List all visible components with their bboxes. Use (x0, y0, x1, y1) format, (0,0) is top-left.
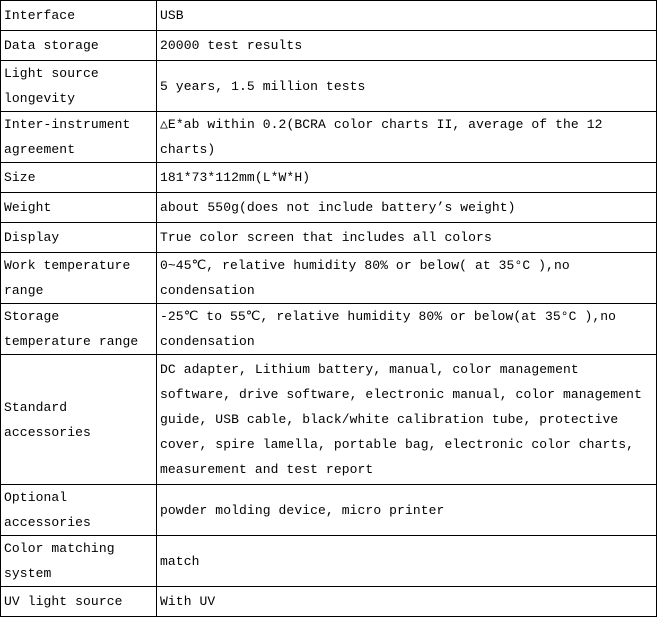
parameter-value-cell: about 550g(does not include battery’s we… (156, 192, 657, 223)
parameter-label-cell: Storage temperature range (0, 303, 157, 355)
parameter-value-cell: USB (156, 0, 657, 31)
parameter-label-cell: Inter-instrument agreement (0, 111, 157, 163)
table-row: Inter-instrument agreement △E*ab within 0… (0, 111, 657, 163)
table-row: Light source longevity 5 years, 1.5 milli… (0, 60, 657, 112)
table-row: Size 181*73*112mm(L*W*H) (0, 162, 657, 193)
parameter-label-cell: Light source longevity (0, 60, 157, 112)
table-row: Data storage 20000 test results (0, 30, 657, 61)
table-row: Optional accessories powder molding devic… (0, 484, 657, 536)
table-row: UV light source With UV (0, 586, 657, 617)
parameter-value-cell: match (156, 535, 657, 587)
parameter-label-cell: Data storage (0, 30, 157, 61)
parameter-label-cell: Standard accessories (0, 354, 157, 485)
parameter-label-cell: UV light source (0, 586, 157, 617)
parameter-value-cell: 5 years, 1.5 million tests (156, 60, 657, 112)
parameter-label-cell: Color matching system (0, 535, 157, 587)
parameter-value-cell: 20000 test results (156, 30, 657, 61)
table-row: Standard accessories DC adapter, Lithium … (0, 354, 657, 485)
parameter-value-cell: True color screen that includes all colo… (156, 222, 657, 253)
parameter-label-cell: Interface (0, 0, 157, 31)
parameter-label-cell: Optional accessories (0, 484, 157, 536)
parameter-value-cell: powder molding device, micro printer (156, 484, 657, 536)
specification-table-container: Interface USB Data storage 20000 test resul… (0, 0, 667, 617)
table-row: Color matching system match (0, 535, 657, 587)
parameter-value-cell: With UV (156, 586, 657, 617)
parameter-value-cell: DC adapter, Lithium battery, manual, col… (156, 354, 657, 485)
parameter-value-cell: 0~45℃, relative humidity 80% or below( a… (156, 252, 657, 304)
table-row: Interface USB (0, 0, 657, 31)
table-row: Work temperature range 0~45℃, relative hu… (0, 252, 657, 304)
parameter-value-cell: △E*ab within 0.2(BCRA color charts II, a… (156, 111, 657, 163)
parameter-label-cell: Size (0, 162, 157, 193)
specification-table-body: Interface USB Data storage 20000 test resul… (0, 0, 657, 617)
parameter-label-cell: Weight (0, 192, 157, 223)
specification-table: Interface USB Data storage 20000 test resul… (0, 0, 657, 617)
parameter-value-cell: -25℃ to 55℃, relative humidity 80% or be… (156, 303, 657, 355)
parameter-value-cell: 181*73*112mm(L*W*H) (156, 162, 657, 193)
table-row: Display True color screen that includes a… (0, 222, 657, 253)
table-row: Weight about 550g(does not include batter… (0, 192, 657, 223)
parameter-label-cell: Display (0, 222, 157, 253)
parameter-label-cell: Work temperature range (0, 252, 157, 304)
table-row: Storage temperature range -25℃ to 55℃, re… (0, 303, 657, 355)
